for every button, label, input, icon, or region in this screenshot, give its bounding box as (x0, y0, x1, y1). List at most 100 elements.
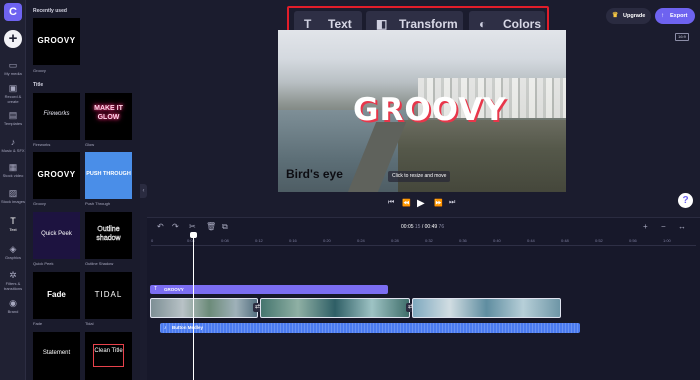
crown-icon: ♛ (612, 12, 619, 19)
template-preview-text: TIDAL (94, 290, 123, 299)
template-caption: Outline Shadow (85, 261, 114, 266)
rewind-icon[interactable]: ⏪ (402, 199, 411, 207)
delete-icon[interactable]: 🗑 (206, 222, 216, 231)
zoom-in-button[interactable]: + (643, 222, 648, 231)
template-preview-text: GROOVY (37, 170, 76, 179)
text-template-card[interactable]: Outline shadow (85, 212, 132, 259)
template-preview-text: Fade (47, 290, 66, 299)
undo-icon[interactable]: ↶ (157, 222, 164, 231)
film-icon: ▦ (8, 162, 18, 172)
total-frames: 76 (438, 224, 445, 230)
text-template-card[interactable]: TIDAL (85, 272, 132, 319)
template-preview-text: MAKE IT GLOW (94, 105, 123, 121)
rail-item-graphics[interactable]: ◈ Graphics (0, 244, 26, 260)
preview-caption-text[interactable]: Bird's eye (286, 167, 343, 181)
template-preview-text: Statement (42, 350, 71, 356)
rail-item-text[interactable]: T Text (0, 216, 26, 232)
text-template-card[interactable]: PUSH THROUGH (85, 152, 132, 199)
text-icon: T (154, 286, 158, 292)
rail-item-stock-images[interactable]: ▨ Stock images (0, 188, 26, 204)
ruler-tick: 0:52 (595, 238, 603, 243)
rail-label: Filters & transitions (3, 281, 23, 291)
playhead-handle[interactable] (190, 232, 197, 238)
video-preview[interactable]: GROOVY Bird's eye Click to resize and mo… (278, 30, 566, 192)
resize-hint-tooltip: Click to resize and move (388, 171, 451, 182)
fast-forward-icon[interactable]: ⏩ (434, 199, 443, 207)
rail-label: Stock images (0, 199, 25, 204)
text-template-card[interactable]: GROOVY (33, 18, 80, 65)
ruler-tick: 0:08 (221, 238, 229, 243)
rail-label: Text (9, 227, 17, 232)
rail-item-brand[interactable]: ◉ Brand (0, 298, 26, 314)
timecode-display: 00:05 15 / 00:49 76 (401, 224, 445, 230)
video-clip[interactable] (150, 298, 258, 318)
duplicate-icon[interactable]: ⧉ (222, 222, 228, 232)
rail-item-templates[interactable]: ▤ Templates (0, 110, 26, 126)
ruler-tick: 0:56 (629, 238, 637, 243)
current-frames: 15 (414, 224, 421, 230)
upgrade-button[interactable]: ♛ Upgrade (606, 8, 651, 24)
aspect-ratio-button[interactable]: 16:9 (675, 33, 689, 41)
template-caption: Glow (85, 142, 95, 147)
audio-clip[interactable]: ♪ Button Medley (160, 323, 580, 333)
video-track: ⇄ ⇄ (150, 298, 561, 318)
preview-title-text[interactable]: GROOVY (353, 92, 507, 128)
zoom-out-button[interactable]: − (661, 222, 666, 231)
folder-icon: ▭ (8, 60, 18, 70)
rail-label: My media (4, 71, 22, 76)
brand-icon: ◉ (9, 298, 17, 308)
audio-clip-label: Button Medley (172, 325, 203, 330)
rail-label: Graphics (4, 255, 21, 260)
total-time: 00:49 (424, 224, 438, 230)
image-icon: ▨ (8, 188, 18, 198)
video-clip[interactable] (412, 298, 561, 318)
template-caption: Groovy (33, 201, 46, 206)
ruler-tick: 0:40 (493, 238, 501, 243)
text-template-card[interactable]: Fade (33, 272, 80, 319)
recently-used-heading: Recently used (33, 8, 67, 14)
app-root: C + ▭ My media ▣ Record & create ▤ Templ… (0, 0, 700, 380)
text-library-panel: Recently used GROOVY Groovy Title Firewo… (26, 0, 140, 380)
rail-label: Music & SFX (1, 148, 25, 153)
rail-item-record[interactable]: ▣ Record & create (0, 83, 26, 104)
skip-forward-icon[interactable]: ⏭ (449, 199, 455, 207)
rail-label: Brand (7, 309, 19, 314)
text-icon: T (10, 216, 16, 226)
ruler-tick: 0 (151, 238, 154, 243)
play-icon[interactable]: ▶ (417, 198, 427, 210)
playhead[interactable] (193, 232, 194, 380)
rail-item-music[interactable]: ♪ Music & SFX (0, 137, 26, 153)
ruler-tick: 0:32 (425, 238, 433, 243)
text-template-card[interactable]: Quick Peek (33, 212, 80, 259)
text-clip[interactable]: T GROOVY (150, 285, 388, 294)
ruler-tick: 0:16 (289, 238, 297, 243)
app-logo[interactable]: C (4, 3, 22, 21)
template-caption: Tidal (85, 321, 94, 326)
export-label: Export (670, 13, 688, 19)
rail-item-stock-video[interactable]: ▦ Stock video (0, 162, 26, 178)
fit-timeline-icon[interactable]: ↔ (678, 222, 686, 231)
title-section-heading: Title (33, 82, 44, 88)
collapse-panel-button[interactable]: ‹ (140, 184, 147, 198)
ruler-tick: 0:36 (459, 238, 467, 243)
export-button[interactable]: ↑ Export (655, 8, 695, 24)
redo-icon[interactable]: ↷ (172, 222, 179, 231)
text-template-card[interactable]: Fireworks (33, 93, 80, 140)
help-button[interactable]: ? (678, 193, 693, 208)
timeline-ruler[interactable]: 0 0:04 0:08 0:12 0:16 0:20 0:24 0:28 0:3… (151, 236, 696, 246)
rail-item-filters[interactable]: ✲ Filters & transitions (0, 270, 26, 291)
text-template-card[interactable]: MAKE IT GLOW (85, 93, 132, 140)
text-clip-label: GROOVY (164, 287, 184, 292)
add-media-button[interactable]: + (4, 30, 22, 48)
upgrade-label: Upgrade (623, 13, 646, 19)
text-template-card[interactable]: GROOVY (33, 152, 80, 199)
ruler-tick: 1:00 (663, 238, 671, 243)
text-template-card[interactable]: Clean Title (85, 332, 132, 380)
rail-item-my-media[interactable]: ▭ My media (0, 60, 26, 76)
ruler-tick: 0:44 (527, 238, 535, 243)
video-clip[interactable] (260, 298, 410, 318)
text-template-card[interactable]: Statement (33, 332, 80, 380)
timeline: ↶ ↷ ✂ 🗑 ⧉ 00:05 15 / 00:49 76 + − ↔ 0 0:… (147, 217, 700, 380)
skip-back-icon[interactable]: ⏮ (388, 199, 394, 207)
split-icon[interactable]: ✂ (189, 222, 196, 231)
